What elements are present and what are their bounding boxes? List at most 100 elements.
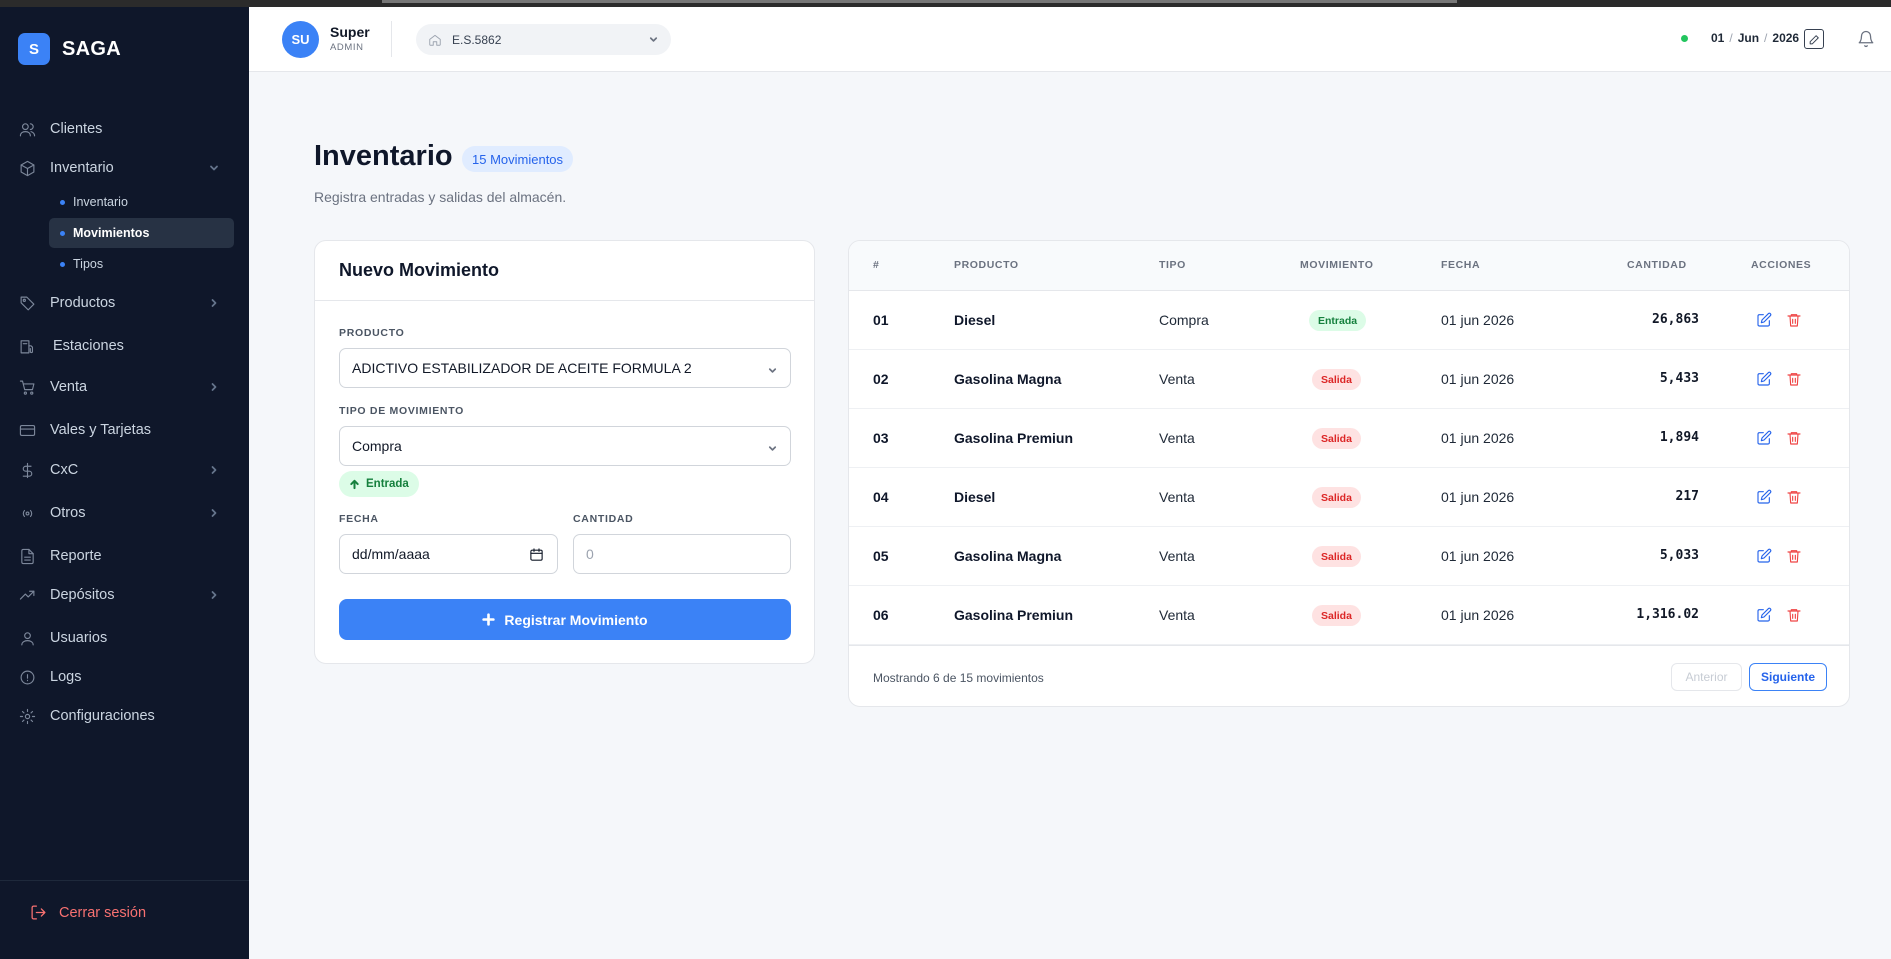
sidebar-item-depositos[interactable]: Depósitos (18, 580, 232, 610)
sidebar-item-otros[interactable]: Otros (18, 498, 232, 528)
calendar-icon[interactable] (529, 547, 544, 565)
trash-icon[interactable] (1786, 312, 1802, 328)
movement-type-label: TIPO DE MOVIMIENTO (339, 405, 464, 417)
table-row[interactable]: 06 Gasolina Premiun Venta Salida 01 jun 2026… (849, 586, 1849, 645)
row-number: 04 (873, 489, 889, 505)
table-row[interactable]: 02 Gasolina Magna Venta Salida 01 jun 2026 5,… (849, 350, 1849, 409)
row-product: Gasolina Premiun (954, 430, 1074, 446)
table-row[interactable]: 04 Diesel Venta Salida 01 jun 2026 217 (849, 468, 1849, 527)
edit-icon[interactable] (1756, 548, 1772, 564)
brand[interactable]: S SAGA (18, 33, 121, 65)
sidebar-divider (0, 880, 249, 881)
movement-type-select[interactable]: Compra (339, 426, 791, 466)
movement-direction-badge: Entrada (339, 471, 419, 497)
gear-icon (18, 707, 36, 725)
movement-badge: Salida (1312, 546, 1361, 567)
radio-icon (18, 504, 36, 522)
trash-icon[interactable] (1786, 371, 1802, 387)
row-quantity: 26,863 (1652, 312, 1699, 327)
table-row[interactable]: 03 Gasolina Premiun Venta Salida 01 jun 2026… (849, 409, 1849, 468)
logout-icon (31, 905, 46, 920)
quantity-input[interactable]: 0 (573, 534, 791, 574)
sidebar: S SAGA Clientes Inventario Inventario Mo… (0, 7, 249, 959)
sidebar-item-label: Reporte (50, 548, 102, 564)
row-product: Gasolina Premiun (954, 607, 1074, 623)
sidebar-item-productos[interactable]: Productos (18, 288, 232, 318)
row-date: 01 jun 2026 (1441, 312, 1515, 328)
bullet-dot-icon (60, 199, 65, 205)
column-header: MOVIMIENTO (1300, 259, 1374, 271)
station-select[interactable]: E.S.5862 (416, 24, 671, 55)
row-number: 05 (873, 548, 889, 564)
register-movement-button[interactable]: Registrar Movimiento (339, 599, 791, 640)
sidebar-subitem-tipos[interactable]: Tipos (49, 249, 234, 279)
product-value: ADICTIVO ESTABILIZADOR DE ACEITE FORMULA… (352, 360, 692, 376)
station-icon (18, 337, 36, 355)
table-header: # PRODUCTO TIPO MOVIMIENTO FECHA CANTIDA… (849, 241, 1849, 291)
row-number: 06 (873, 607, 889, 623)
sidebar-item-reporte[interactable]: Reporte (18, 541, 232, 571)
product-select[interactable]: ADICTIVO ESTABILIZADOR DE ACEITE FORMULA… (339, 348, 791, 388)
dollar-icon (18, 461, 36, 479)
movement-badge: Salida (1312, 369, 1361, 390)
sidebar-subitem-movimientos[interactable]: Movimientos (49, 218, 234, 248)
next-page-button[interactable]: Siguiente (1749, 663, 1827, 691)
row-quantity: 5,033 (1659, 548, 1699, 563)
chevron-down-icon (767, 441, 778, 457)
top-header: SU Super ADMIN E.S.5862 01 / Jun / 2026 (249, 7, 1891, 72)
avatar[interactable]: SU (282, 21, 319, 58)
product-label: PRODUCTO (339, 327, 405, 339)
row-quantity: 5,433 (1659, 371, 1699, 386)
chevron-right-icon (208, 464, 220, 476)
sidebar-item-inventario[interactable]: Inventario (18, 153, 232, 183)
date-input[interactable]: dd/mm/aaaa (339, 534, 558, 574)
date-label: FECHA (339, 513, 379, 525)
sidebar-item-cxc[interactable]: CxC (18, 455, 232, 485)
edit-icon[interactable] (1756, 430, 1772, 446)
sidebar-item-estaciones[interactable]: Estaciones (18, 331, 232, 361)
edit-icon[interactable] (1756, 371, 1772, 387)
sidebar-subitem-inventario[interactable]: Inventario (49, 187, 234, 217)
edit-icon[interactable] (1756, 312, 1772, 328)
edit-date-button[interactable] (1804, 29, 1824, 49)
sidebar-item-configuraciones[interactable]: Configuraciones (18, 701, 232, 731)
column-header: FECHA (1441, 259, 1481, 271)
chevron-down-icon (648, 34, 659, 48)
sidebar-item-vales-tarjetas[interactable]: Vales y Tarjetas (18, 415, 232, 445)
sidebar-item-usuarios[interactable]: Usuarios (18, 623, 232, 653)
header-divider (391, 21, 392, 57)
column-header: # (873, 259, 880, 271)
trash-icon[interactable] (1786, 489, 1802, 505)
edit-icon (1809, 34, 1819, 44)
logout-button[interactable]: Cerrar sesión (30, 904, 146, 921)
users-icon (18, 120, 36, 138)
previous-page-button[interactable]: Anterior (1671, 663, 1742, 691)
edit-icon[interactable] (1756, 489, 1772, 505)
column-header: TIPO (1159, 259, 1186, 271)
form-title: Nuevo Movimiento (315, 241, 814, 301)
trash-icon[interactable] (1786, 548, 1802, 564)
station-value: E.S.5862 (452, 32, 502, 47)
sidebar-item-venta[interactable]: Venta (18, 372, 232, 402)
row-type: Venta (1159, 430, 1195, 446)
table-row[interactable]: 01 Diesel Compra Entrada 01 jun 2026 26,863 (849, 291, 1849, 350)
sidebar-item-label: Inventario (50, 160, 114, 176)
cart-icon (18, 378, 36, 396)
trash-icon[interactable] (1786, 430, 1802, 446)
movement-badge: Salida (1312, 428, 1361, 449)
edit-icon[interactable] (1756, 607, 1772, 623)
table-footer: Mostrando 6 de 15 movimientos Anterior S… (849, 645, 1849, 706)
column-header: CANTIDAD (1627, 259, 1687, 271)
notifications-button[interactable] (1857, 30, 1875, 53)
sidebar-item-label: Clientes (50, 121, 103, 137)
column-header: ACCIONES (1751, 259, 1812, 271)
sidebar-item-clientes[interactable]: Clientes (18, 114, 232, 144)
row-quantity: 1,894 (1659, 430, 1699, 445)
row-date: 01 jun 2026 (1441, 548, 1515, 564)
row-number: 01 (873, 312, 889, 328)
trash-icon[interactable] (1786, 607, 1802, 623)
user-icon (18, 629, 36, 647)
sidebar-item-logs[interactable]: Logs (18, 662, 232, 692)
sidebar-item-label: CxC (50, 462, 79, 478)
table-row[interactable]: 05 Gasolina Magna Venta Salida 01 jun 2026 5,… (849, 527, 1849, 586)
